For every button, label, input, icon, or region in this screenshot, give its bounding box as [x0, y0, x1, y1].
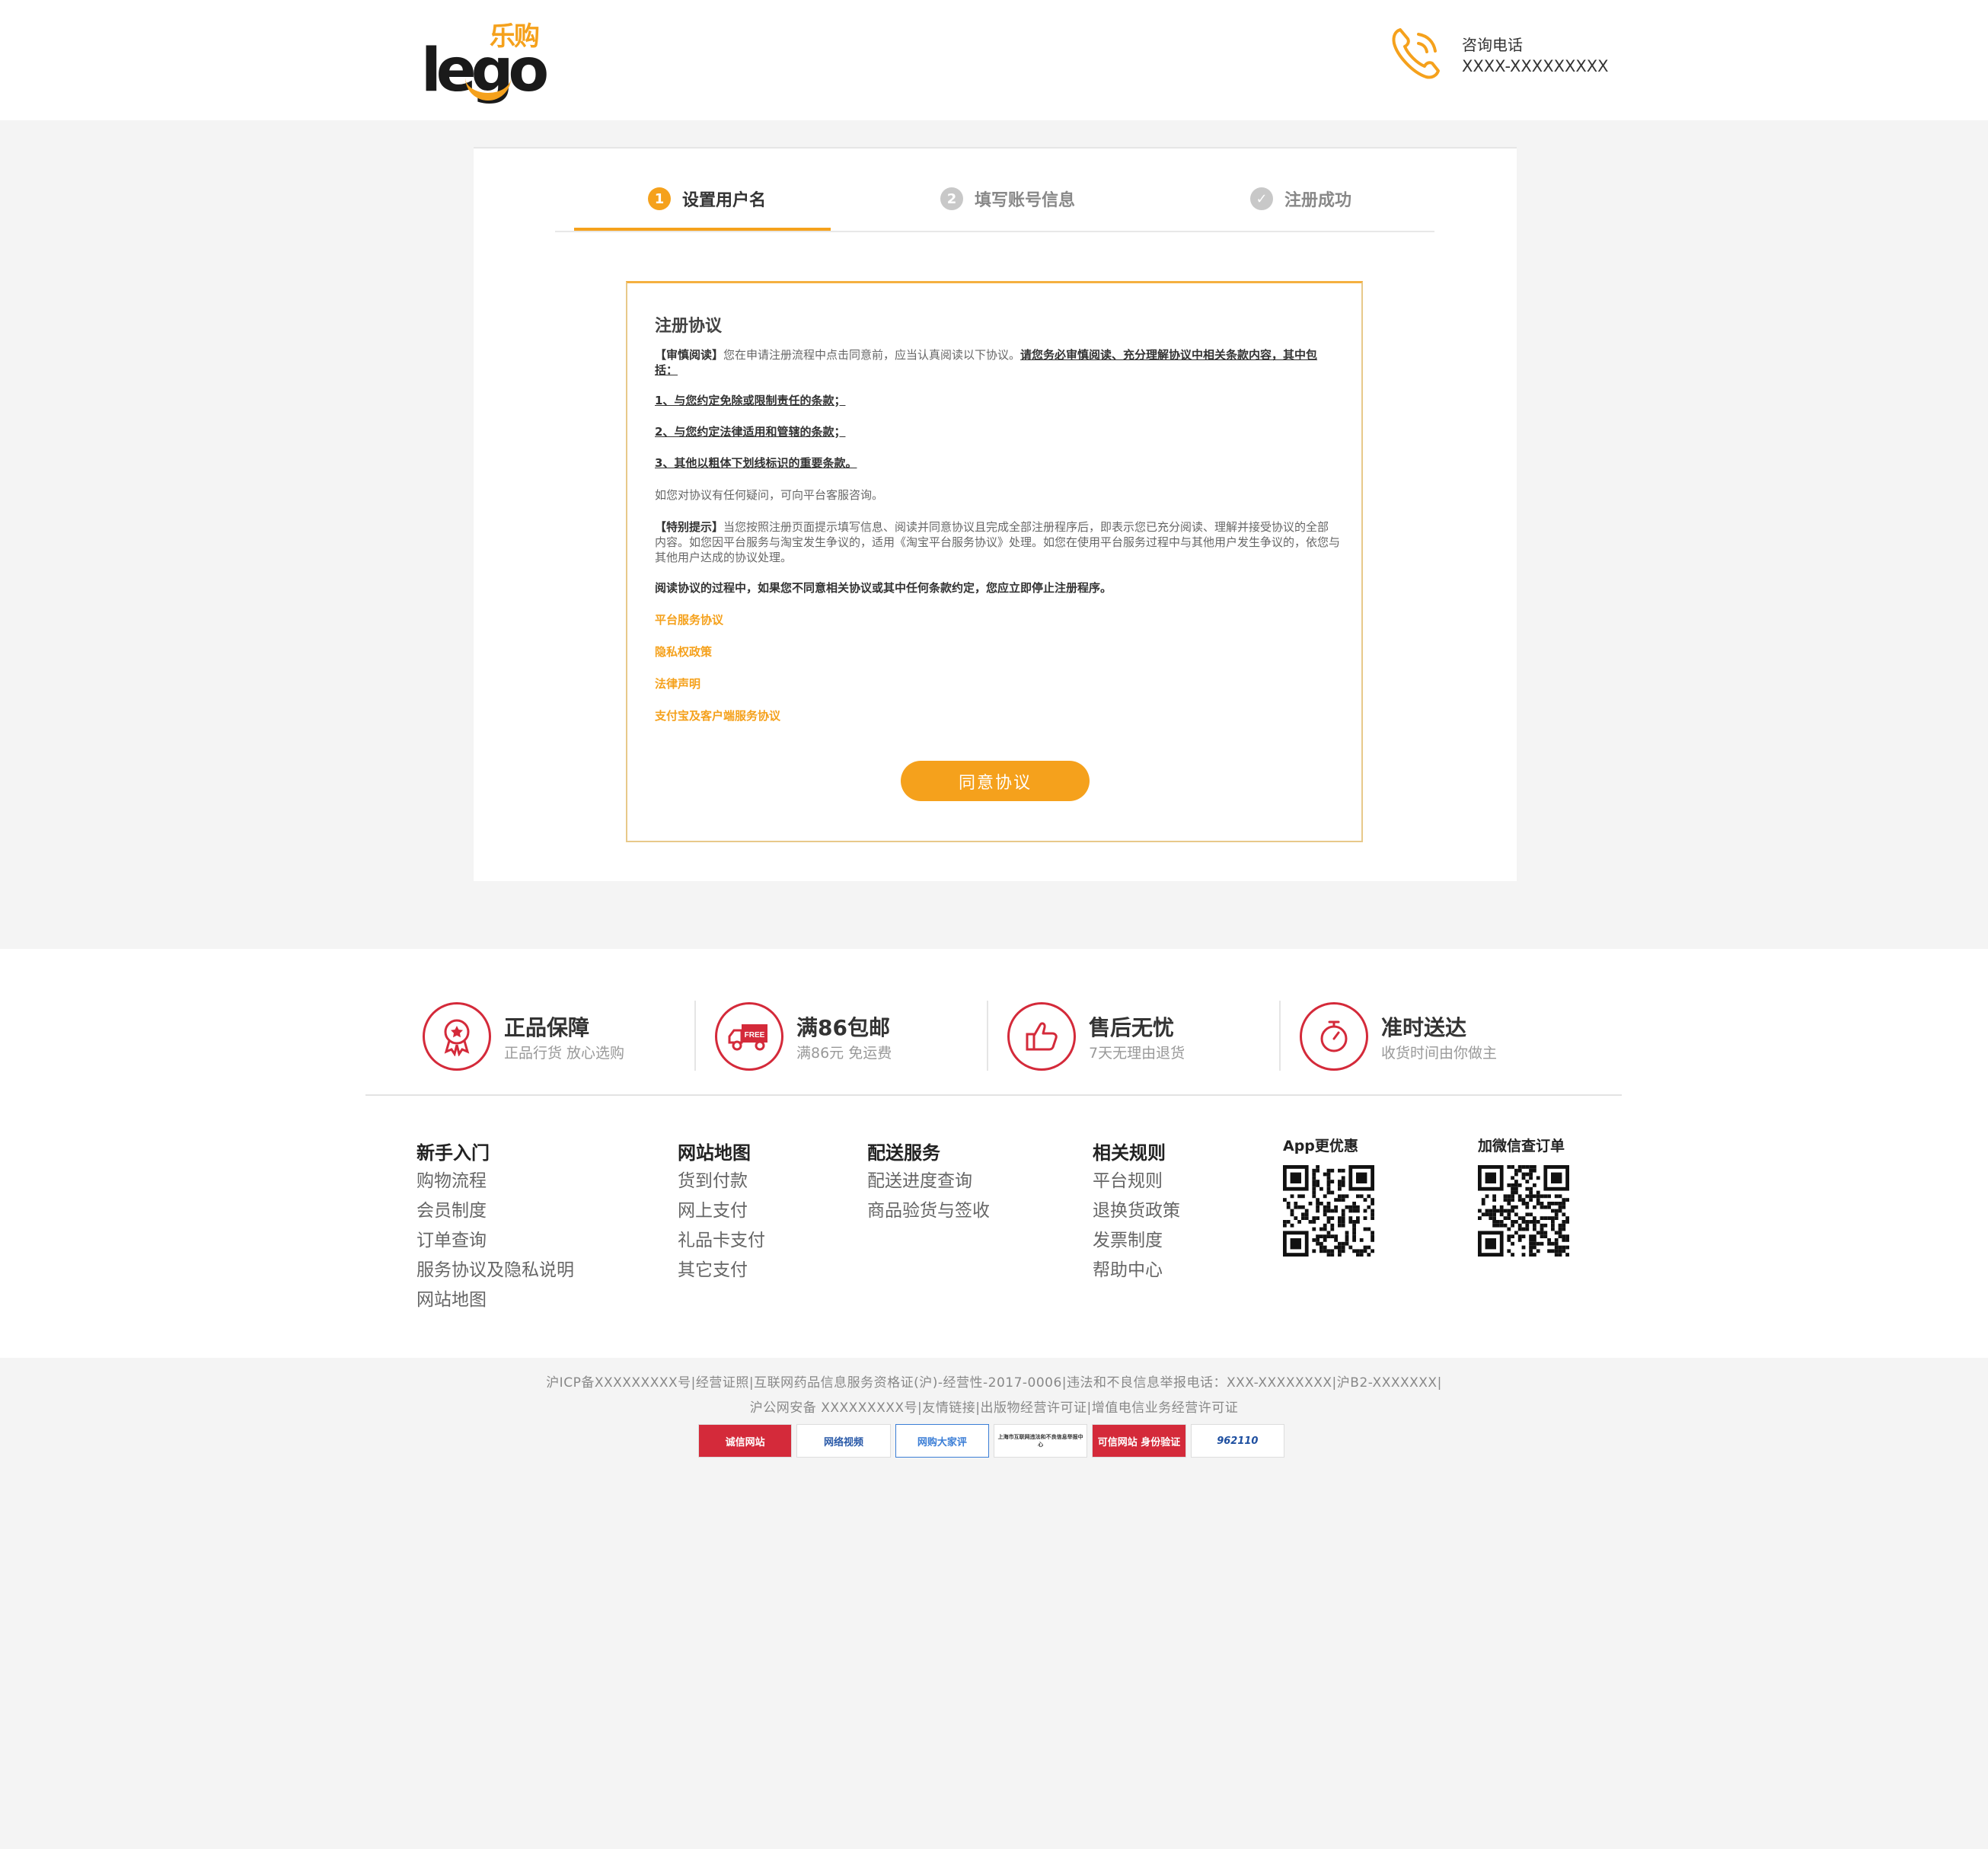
agreement-paragraph: 如您对协议有任何疑问，可向平台客服咨询。	[655, 488, 884, 502]
qr-title: 加微信查订单	[1478, 1138, 1565, 1154]
footer-link[interactable]: 货到付款	[678, 1167, 765, 1196]
badge-police[interactable]: 962110	[1190, 1424, 1285, 1458]
footer-link[interactable]: 帮助中心	[1093, 1256, 1180, 1285]
footer-column-delivery: 配送服务 配送进度查询 商品验货与签收	[867, 1138, 990, 1226]
legal-info: 沪ICP备XXXXXXXXX号|经营证照|互联网药品信息服务资格证(沪)-经营性…	[0, 1371, 1988, 1421]
site-footer: 正品保障 正品行货 放心选购 FREE 满86包邮 满86元 免运费 售后无忧 …	[0, 949, 1988, 1358]
site-header: 乐购 lego 咨询电话 XXXX-XXXXXXXXX	[0, 0, 1988, 120]
registration-card: 1 设置用户名 2 填写账号信息 ✓ 注册成功 注册协议 【审慎阅读】您在申请注…	[474, 147, 1517, 881]
guarantee-title: 准时送达	[1381, 1015, 1467, 1040]
certification-badges: 诚信网站 网络视频 网购大家评 上海市互联网违法和不良信息举报中心 可信网站 身…	[698, 1424, 1285, 1458]
qr-code-image[interactable]	[1478, 1165, 1569, 1257]
qr-wechat: 加微信查订单	[1478, 1135, 1569, 1257]
medal-icon	[423, 1002, 491, 1071]
agree-button[interactable]: 同意协议	[901, 761, 1090, 801]
footer-link[interactable]: 礼品卡支付	[678, 1226, 765, 1256]
footer-link[interactable]: 其它支付	[678, 1256, 765, 1285]
agreement-item: 1、与您约定免除或限制责任的条款；	[655, 394, 846, 407]
footer-link[interactable]: 购物流程	[416, 1167, 574, 1196]
footer-link[interactable]: 退换货政策	[1093, 1196, 1180, 1226]
footer-link[interactable]: 网站地图	[416, 1285, 574, 1315]
svg-text:FREE: FREE	[745, 1031, 765, 1039]
footer-link[interactable]: 商品验货与签收	[867, 1196, 990, 1226]
footer-link[interactable]: 会员制度	[416, 1196, 574, 1226]
footer-link[interactable]: 发票制度	[1093, 1226, 1180, 1256]
qr-app: App更优惠	[1283, 1135, 1374, 1257]
agreement-paragraph: 【审慎阅读】您在申请注册流程中点击同意前，应当认真阅读以下协议。请您务必审慎阅读…	[655, 348, 1318, 377]
agreement-link-platform[interactable]: 平台服务协议	[655, 612, 1340, 628]
footer-column-title: 配送服务	[867, 1142, 940, 1164]
footer-link[interactable]: 配送进度查询	[867, 1167, 990, 1196]
guarantee-title: 正品保障	[504, 1015, 590, 1040]
step-progress: 1 设置用户名 2 填写账号信息 ✓ 注册成功	[555, 148, 1434, 232]
footer-link[interactable]: 服务协议及隐私说明	[416, 1256, 574, 1285]
site-logo[interactable]: 乐购 lego	[421, 15, 549, 105]
qr-code-image[interactable]	[1283, 1165, 1374, 1257]
guarantee-genuine: 正品保障 正品行货 放心选购	[365, 1001, 658, 1073]
agreement-item: 2、与您约定法律适用和管辖的条款；	[655, 425, 846, 439]
footer-link[interactable]: 订单查询	[416, 1226, 574, 1256]
step-label: 设置用户名	[682, 191, 767, 210]
badge-trusted-site[interactable]: 可信网站 身份验证	[1092, 1424, 1186, 1458]
guarantee-title: 售后无忧	[1089, 1015, 1175, 1040]
hotline-title: 咨询电话	[1462, 36, 1523, 54]
badge-video[interactable]: 网络视频	[796, 1424, 891, 1458]
footer-column-title: 相关规则	[1093, 1142, 1166, 1164]
truck-icon: FREE	[715, 1002, 783, 1071]
footer-column-title: 网站地图	[678, 1142, 751, 1164]
hotline-number: XXXX-XXXXXXXXX	[1462, 57, 1609, 75]
agreement-paragraph: 【特别提示】当您按照注册页面提示填写信息、阅读并同意协议且完成全部注册程序后，即…	[655, 520, 1341, 564]
guarantee-subtitle: 7天无理由退货	[1089, 1045, 1185, 1062]
step-fill-account-info: 2 填写账号信息	[940, 185, 1075, 212]
legal-line-1[interactable]: 沪ICP备XXXXXXXXX号|经营证照|互联网药品信息服务资格证(沪)-经营性…	[0, 1371, 1988, 1396]
hotline: 咨询电话 XXXX-XXXXXXXXX	[1390, 25, 1609, 86]
guarantee-subtitle: 收货时间由你做主	[1381, 1045, 1498, 1062]
footer-column-beginner: 新手入门 购物流程 会员制度 订单查询 服务协议及隐私说明 网站地图	[416, 1138, 574, 1315]
check-icon: ✓	[1250, 187, 1273, 210]
agreement-item: 3、其他以粗体下划线标识的重要条款。	[655, 456, 857, 470]
thumbs-up-icon	[1007, 1002, 1076, 1071]
footer-column-title: 新手入门	[416, 1142, 490, 1164]
phone-icon	[1392, 28, 1440, 79]
guarantee-after-sales: 售后无忧 7天无理由退货	[950, 1001, 1243, 1073]
badge-credit-site[interactable]: 诚信网站	[698, 1424, 793, 1458]
agreement-paragraph: 阅读协议的过程中，如果您不同意相关协议或其中任何条款约定，您应立即停止注册程序。	[655, 581, 1112, 595]
agreement-box[interactable]: 注册协议 【审慎阅读】您在申请注册流程中点击同意前，应当认真阅读以下协议。请您务…	[626, 281, 1363, 842]
legal-line-2[interactable]: 沪公网安备 XXXXXXXXX号|友情链接|出版物经营许可证|增值电信业务经营许…	[0, 1396, 1988, 1421]
guarantee-bar: 正品保障 正品行货 放心选购 FREE 满86包邮 满86元 免运费 售后无忧 …	[365, 1001, 1622, 1096]
agreement-link-alipay[interactable]: 支付宝及客户端服务协议	[655, 708, 1340, 723]
step-label: 注册成功	[1284, 191, 1352, 210]
stopwatch-icon	[1300, 1002, 1368, 1071]
guarantee-subtitle: 正品行货 放心选购	[504, 1045, 625, 1062]
guarantee-subtitle: 满86元 免运费	[796, 1045, 892, 1062]
step-set-username: 1 设置用户名	[648, 185, 766, 212]
qr-title: App更优惠	[1283, 1138, 1358, 1154]
footer-link[interactable]: 网上支付	[678, 1196, 765, 1226]
step-label: 填写账号信息	[975, 191, 1076, 210]
guarantee-free-shipping: FREE 满86包邮 满86元 免运费	[658, 1001, 950, 1073]
step-number: 1	[648, 187, 671, 210]
guarantee-title: 满86包邮	[796, 1015, 890, 1040]
agreement-title: 注册协议	[655, 317, 723, 336]
badge-report-center[interactable]: 上海市互联网违法和不良信息举报中心	[993, 1424, 1088, 1458]
guarantee-on-time: 准时送达 收货时间由你做主	[1243, 1001, 1535, 1073]
agreement-link-legal[interactable]: 法律声明	[655, 676, 1340, 691]
footer-column-sitemap: 网站地图 货到付款 网上支付 礼品卡支付 其它支付	[678, 1138, 765, 1285]
footer-link[interactable]: 平台规则	[1093, 1167, 1180, 1196]
agreement-link-privacy[interactable]: 隐私权政策	[655, 644, 1340, 659]
step-number: 2	[940, 187, 963, 210]
footer-column-rules: 相关规则 平台规则 退换货政策 发票制度 帮助中心	[1093, 1138, 1180, 1285]
active-step-underline	[574, 228, 831, 231]
badge-review[interactable]: 网购大家评	[895, 1424, 989, 1458]
step-register-success: ✓ 注册成功	[1250, 185, 1351, 212]
